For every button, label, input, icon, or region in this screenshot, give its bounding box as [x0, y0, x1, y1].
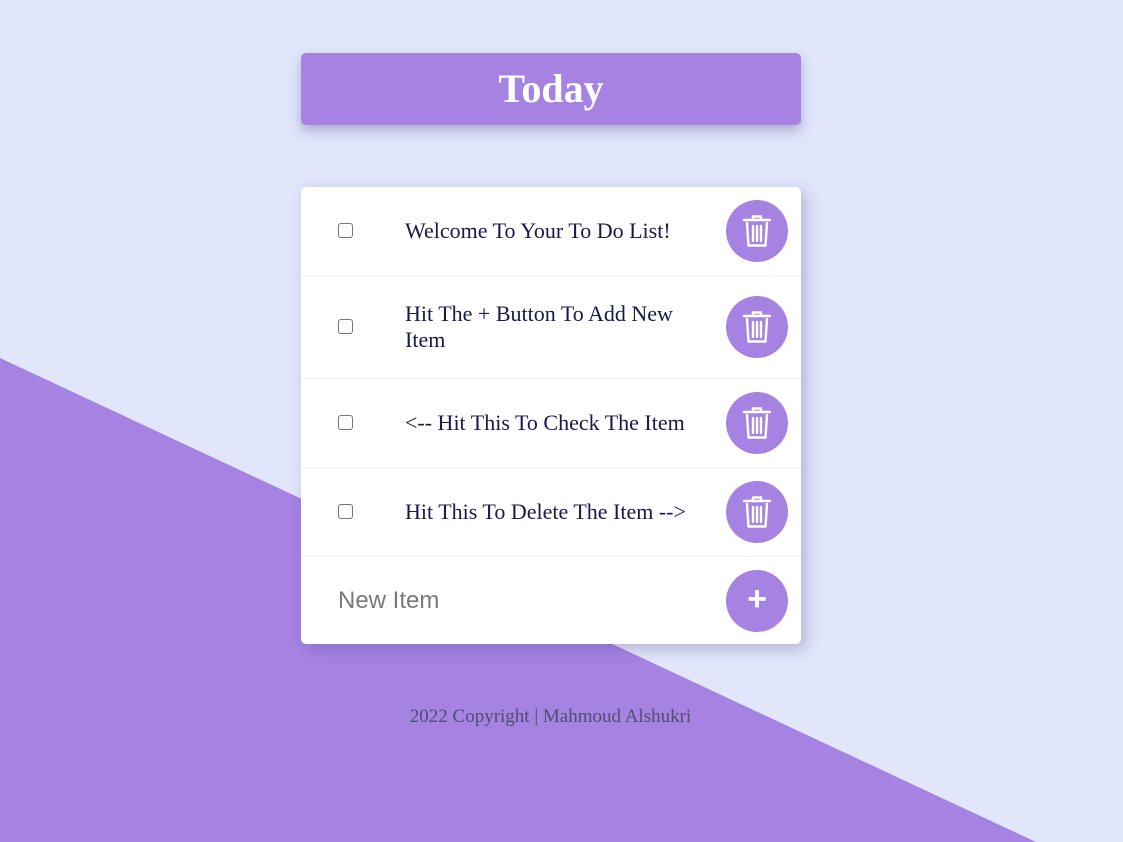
- item-checkbox[interactable]: [338, 319, 353, 334]
- item-label: Welcome To Your To Do List!: [405, 218, 671, 243]
- trash-icon: [742, 407, 772, 439]
- header: Today: [301, 53, 801, 125]
- list-item: Welcome To Your To Do List!: [301, 187, 801, 276]
- trash-icon: [742, 496, 772, 528]
- list-item: Hit This To Delete The Item -->: [301, 468, 801, 557]
- list-item: <-- Hit This To Check The Item: [301, 379, 801, 468]
- item-checkbox[interactable]: [338, 504, 353, 519]
- trash-icon: [742, 311, 772, 343]
- item-checkbox[interactable]: [338, 223, 353, 238]
- item-label: Hit This To Delete The Item -->: [405, 499, 686, 524]
- item-label: Hit The + Button To Add New Item: [405, 301, 673, 352]
- delete-button[interactable]: [726, 296, 788, 358]
- list-item: Hit The + Button To Add New Item: [301, 276, 801, 379]
- new-item-form: +: [301, 557, 801, 644]
- page-title: Today: [498, 66, 604, 111]
- item-label: <-- Hit This To Check The Item: [405, 410, 685, 435]
- todo-list: Welcome To Your To Do List! Hit The + Bu…: [301, 187, 801, 644]
- plus-icon: +: [747, 579, 767, 618]
- footer-copyright: 2022 Copyright | Mahmoud Alshukri: [409, 706, 692, 727]
- delete-button[interactable]: [726, 481, 788, 543]
- trash-icon: [742, 215, 772, 247]
- add-item-button[interactable]: +: [726, 569, 788, 632]
- new-item-input[interactable]: [338, 586, 698, 615]
- delete-button[interactable]: [726, 200, 788, 262]
- delete-button[interactable]: [726, 392, 788, 454]
- item-checkbox[interactable]: [338, 415, 353, 430]
